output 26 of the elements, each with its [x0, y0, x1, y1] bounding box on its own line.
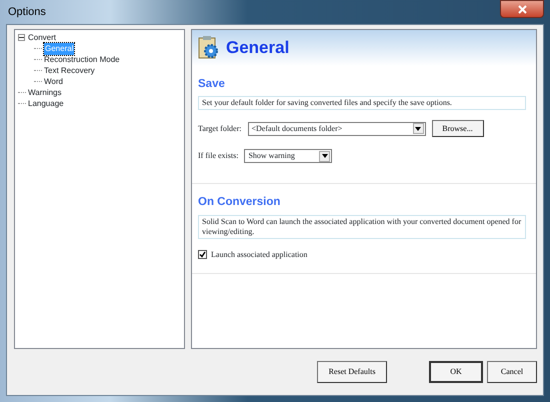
expander-icon[interactable]	[18, 34, 25, 41]
description-text: Set your default folder for saving converted files and specify the save options.	[198, 96, 526, 110]
section-heading: Save	[198, 77, 226, 92]
tree-item[interactable]: Word	[44, 76, 63, 88]
tree-item[interactable]: Language	[28, 98, 64, 110]
description-text: Solid Scan to Word can launch the associated application with your converted document opened for viewing/editing.	[198, 214, 526, 238]
tree-item[interactable]: Convert	[28, 32, 56, 44]
tree-item[interactable]: Text Recovery	[44, 64, 95, 76]
browse-button[interactable]: Browse...	[432, 120, 484, 138]
dialog-button[interactable]: OK	[429, 361, 483, 383]
section-heading: On Conversion	[198, 195, 282, 210]
field-label: Target folder:	[198, 122, 242, 135]
dropdown-field[interactable]: <Default documents folder>	[248, 122, 426, 136]
window-title: Options	[7, 4, 46, 20]
dropdown-field[interactable]: Show warning	[244, 149, 332, 164]
gear-clipboard-icon	[198, 36, 220, 60]
checkbox[interactable]	[198, 250, 207, 259]
close-button[interactable]	[500, 0, 544, 18]
page-title: General	[226, 37, 290, 60]
dialog-button[interactable]: Reset Defaults	[317, 361, 387, 383]
checkbox-label: Launch associated application	[211, 248, 308, 260]
field-label: If file exists:	[198, 150, 238, 162]
dialog-button[interactable]: Cancel	[487, 361, 537, 383]
tree-item[interactable]: Reconstruction Mode	[44, 54, 120, 66]
close-icon	[518, 4, 526, 14]
tree-item[interactable]: Warnings	[28, 86, 62, 98]
